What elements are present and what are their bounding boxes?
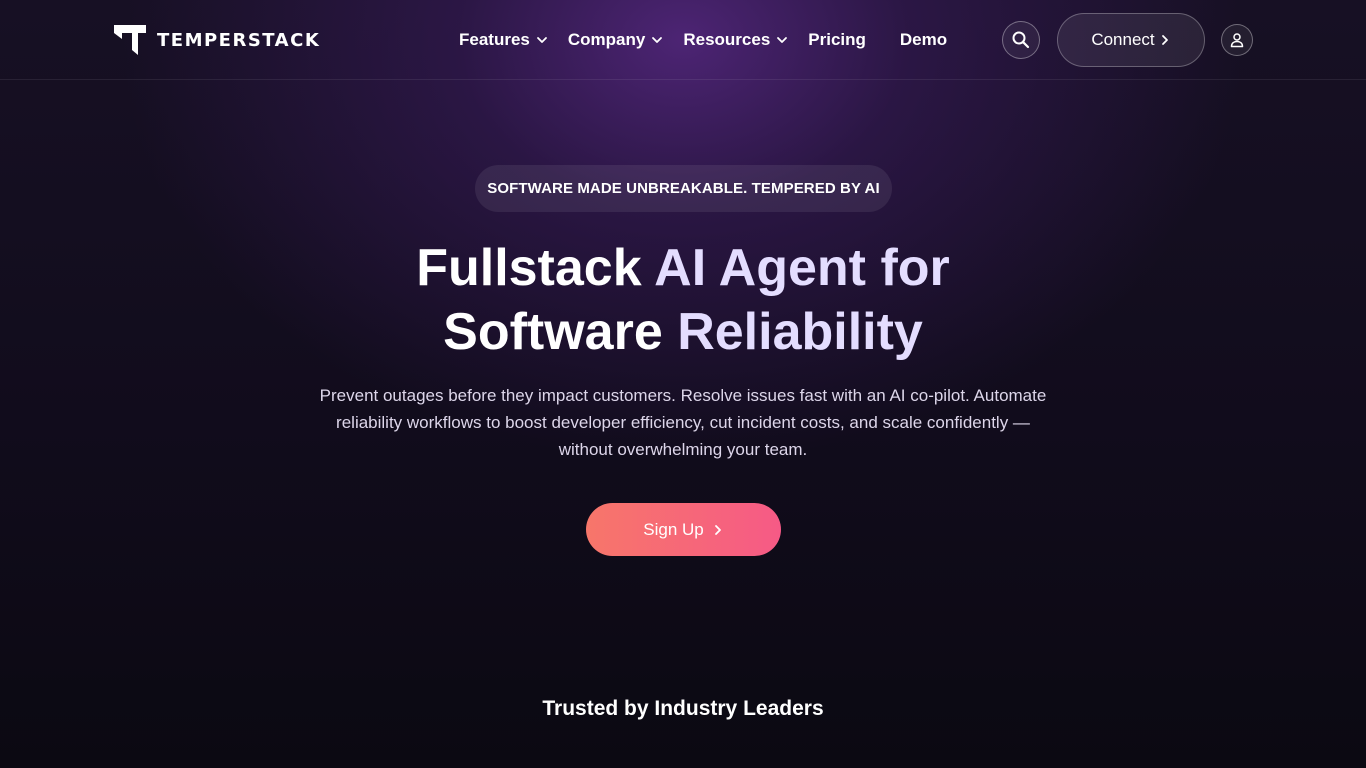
hero-badge: SOFTWARE MADE UNBREAKABLE. TEMPERED BY A… — [475, 165, 892, 212]
chevron-down-icon — [536, 37, 547, 43]
brand-logo[interactable]: TEMPERSTACK — [113, 24, 320, 56]
main-nav: Features Company Resources Pricing Demo — [459, 26, 981, 54]
nav-item-resources[interactable]: Resources — [683, 30, 788, 50]
nav-item-features[interactable]: Features — [459, 30, 548, 50]
connect-label: Connect — [1091, 30, 1155, 49]
nav-item-pricing[interactable]: Pricing — [808, 30, 866, 50]
site-header: TEMPERSTACK Features Company Resources P… — [0, 0, 1366, 80]
chevron-right-icon — [1161, 35, 1168, 45]
headline-line2-accent: Reliability — [677, 303, 923, 361]
signup-label: Sign Up — [643, 519, 704, 539]
chevron-right-icon — [714, 524, 721, 535]
nav-item-label: Pricing — [808, 30, 866, 49]
connect-button[interactable]: Connect — [1057, 13, 1205, 67]
hero-headline: Fullstack AI Agent for Software Reliabil… — [283, 236, 1083, 364]
page: TEMPERSTACK Features Company Resources P… — [0, 0, 1366, 768]
nav-item-label: Resources — [683, 30, 771, 49]
nav-item-label: Demo — [899, 30, 948, 49]
hero-subtext: Prevent outages before they impact custo… — [319, 386, 1047, 459]
nav-item-demo[interactable]: Demo — [900, 30, 947, 50]
nav-item-label: Features — [459, 30, 530, 49]
signup-button[interactable]: Sign Up — [586, 503, 781, 556]
account-button[interactable] — [1221, 24, 1253, 56]
headline-line1-accent: AI Agent for — [654, 239, 950, 297]
nav-item-label: Company — [567, 30, 646, 49]
chevron-down-icon — [652, 37, 663, 43]
temperstack-logo-icon — [114, 25, 146, 55]
headline-line1-plain: Fullstack — [416, 239, 655, 297]
trusted-heading: Trusted by Industry Leaders — [542, 697, 824, 720]
chevron-down-icon — [777, 37, 788, 43]
user-icon — [1230, 33, 1244, 48]
nav-item-company[interactable]: Company — [568, 30, 663, 50]
search-icon — [1012, 31, 1030, 49]
headline-line2-plain: Software — [443, 303, 678, 361]
search-button[interactable] — [1002, 21, 1040, 59]
brand-name: TEMPERSTACK — [157, 29, 321, 51]
